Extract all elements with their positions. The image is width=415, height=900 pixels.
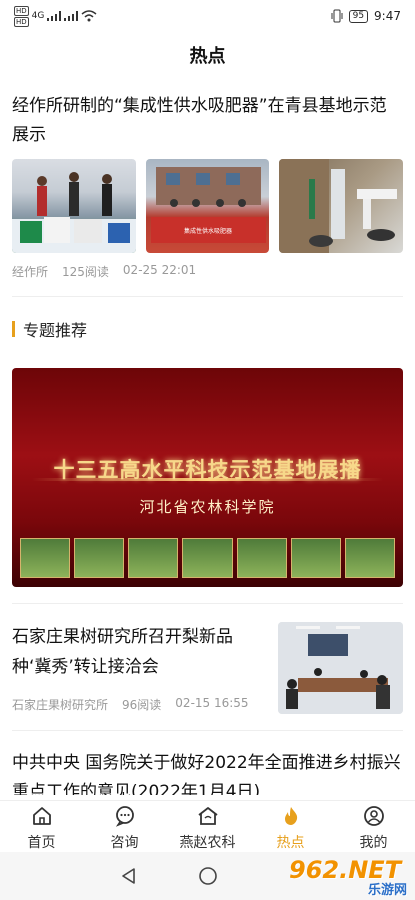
news-reads: 125阅读 bbox=[62, 265, 109, 279]
watermark-sub: 乐游网 bbox=[367, 883, 407, 898]
news-meta: 经作所 125阅读 02-25 22:01 bbox=[12, 263, 403, 280]
photo-meeting-icon: 集成性供水吸肥器 bbox=[150, 167, 266, 243]
tab-home[interactable]: 首页 bbox=[0, 801, 83, 852]
banner-photo bbox=[182, 538, 233, 578]
page-title: 热点 bbox=[189, 46, 226, 67]
news-meta: 石家庄果树研究所 96阅读 02-15 16:55 bbox=[12, 696, 268, 713]
tab-mine[interactable]: 我的 bbox=[332, 801, 415, 852]
status-right: 95 9:47 bbox=[331, 9, 401, 23]
news-title[interactable]: 中共中央 国务院关于做好2022年全面推进乡村振兴重点工作的意见(2022年1月… bbox=[12, 749, 403, 795]
banner-photo bbox=[128, 538, 179, 578]
news-thumbnail[interactable] bbox=[12, 159, 136, 253]
banner-photo-strip bbox=[20, 538, 395, 578]
news-reads: 96阅读 bbox=[122, 698, 162, 712]
network-label: 4G bbox=[31, 11, 45, 21]
wifi-icon bbox=[81, 10, 97, 22]
news-item[interactable]: 石家庄果树研究所召开梨新品种‘冀秀’转让接洽会 石家庄果树研究所 96阅读 02… bbox=[0, 604, 415, 714]
photo-people-icon bbox=[12, 172, 136, 253]
section-title: 专题推荐 bbox=[23, 321, 88, 340]
banner-photo bbox=[74, 538, 125, 578]
banner-photo bbox=[290, 538, 341, 578]
news-title[interactable]: 经作所研制的“集成性供水吸肥器”在青县基地示范展示 bbox=[12, 92, 403, 150]
home-button-icon[interactable] bbox=[198, 866, 218, 886]
site-watermark: 962.NET 乐游网 bbox=[289, 856, 407, 898]
chat-icon bbox=[115, 806, 134, 827]
banner-photo bbox=[236, 538, 287, 578]
photo-equipment-icon bbox=[279, 159, 398, 253]
news-source: 石家庄果树研究所 bbox=[12, 698, 109, 712]
news-date: 02-25 22:01 bbox=[122, 263, 197, 277]
tab-label: 热点 bbox=[276, 835, 305, 851]
vibrate-icon bbox=[331, 9, 343, 23]
home-icon bbox=[32, 807, 51, 825]
tab-label: 燕赵农科 bbox=[179, 835, 236, 851]
news-thumbnail[interactable] bbox=[278, 622, 403, 714]
section-accent-bar bbox=[12, 321, 15, 337]
feed[interactable]: 经作所研制的“集成性供水吸肥器”在青县基地示范展示 集成性供水吸肥器 经作所 1… bbox=[0, 92, 415, 795]
bottom-tab-bar: 首页 咨询 燕赵农科 热点 我的 bbox=[0, 800, 415, 852]
clock: 9:47 bbox=[374, 9, 401, 23]
tab-label: 我的 bbox=[359, 835, 388, 851]
news-date: 02-15 16:55 bbox=[175, 696, 249, 710]
news-item[interactable]: 中共中央 国务院关于做好2022年全面推进乡村振兴重点工作的意见(2022年1月… bbox=[0, 731, 415, 795]
battery-indicator: 95 bbox=[348, 9, 369, 23]
svg-text:集成性供水吸肥器: 集成性供水吸肥器 bbox=[184, 227, 232, 235]
status-bar: HD HD 4G 95 9:47 bbox=[0, 0, 415, 32]
news-item[interactable]: 经作所研制的“集成性供水吸肥器”在青县基地示范展示 集成性供水吸肥器 经作所 1… bbox=[0, 92, 415, 280]
banner-title: 十三五高水平科技示范基地展播 bbox=[53, 458, 362, 482]
signal-icon bbox=[47, 11, 62, 21]
news-source: 经作所 bbox=[12, 265, 49, 279]
tab-label: 首页 bbox=[27, 835, 56, 851]
banner-subtitle: 河北省农林科学院 bbox=[139, 498, 276, 516]
tab-agriculture[interactable]: 燕赵农科 bbox=[166, 801, 249, 852]
banner-photo bbox=[344, 538, 395, 578]
tab-hot[interactable]: 热点 bbox=[249, 801, 332, 852]
news-thumbnail[interactable]: 集成性供水吸肥器 bbox=[145, 159, 270, 253]
news-title[interactable]: 石家庄果树研究所召开梨新品种‘冀秀’转让接洽会 bbox=[12, 622, 268, 682]
news-thumbnail[interactable] bbox=[279, 159, 404, 253]
barn-icon bbox=[197, 807, 218, 825]
flame-icon bbox=[284, 807, 297, 825]
banner-photo bbox=[20, 538, 71, 578]
tab-label: 咨询 bbox=[110, 835, 139, 851]
hd-icon: HD HD bbox=[14, 5, 29, 27]
user-icon bbox=[363, 806, 384, 826]
signal-icon-2 bbox=[64, 11, 79, 21]
tab-consult[interactable]: 咨询 bbox=[83, 801, 166, 852]
status-left: HD HD 4G bbox=[14, 5, 97, 27]
back-icon[interactable] bbox=[120, 867, 138, 885]
featured-banner[interactable]: 十三五高水平科技示范基地展播 河北省农林科学院 bbox=[12, 368, 403, 587]
photo-conference-icon bbox=[278, 622, 403, 714]
section-header: 专题推荐 bbox=[0, 297, 415, 341]
news-thumbnails: 集成性供水吸肥器 bbox=[12, 159, 404, 253]
